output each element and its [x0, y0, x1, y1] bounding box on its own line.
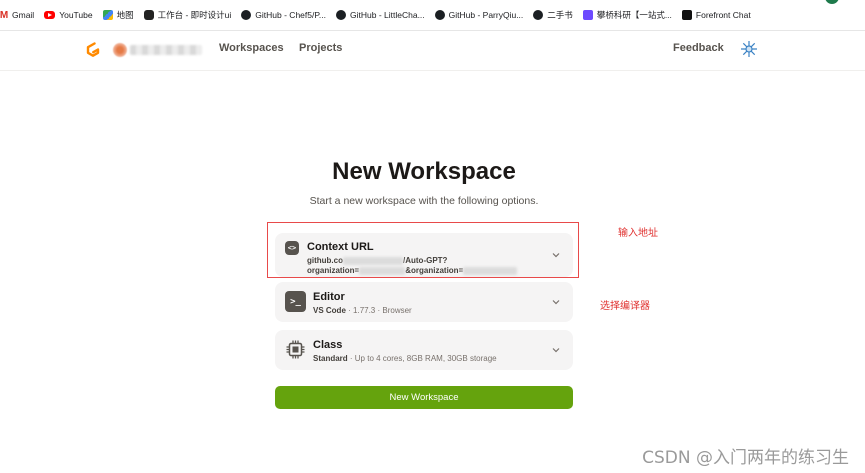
bookmark-maps[interactable]: 地图: [102, 9, 134, 21]
annotation-url: 输入地址: [618, 228, 658, 239]
feedback-link[interactable]: Feedback: [673, 42, 724, 54]
cpu-icon: [286, 340, 305, 359]
editor-detail: VS Code · 1.77.3 · Browser: [313, 306, 412, 315]
bookmark-github-chef5[interactable]: GitHub - Chef5/P...: [241, 10, 326, 20]
github-icon: [241, 10, 252, 20]
gk-icon: [582, 10, 593, 20]
bookmark-github-littlecha[interactable]: GitHub - LittleCha...: [336, 10, 425, 20]
youtube-icon: [44, 11, 56, 19]
github-icon: [533, 10, 544, 20]
page-subtitle: Start a new workspace with the following…: [309, 195, 539, 207]
annotation-highlight-box: [267, 222, 579, 278]
nav-projects[interactable]: Projects: [299, 42, 342, 54]
app-header: Workspaces Projects Feedback: [0, 31, 865, 71]
workbench-icon: [143, 10, 154, 20]
forefront-icon: [681, 10, 692, 20]
new-workspace-button[interactable]: New Workspace: [275, 386, 573, 409]
maps-icon: [102, 10, 113, 20]
bookmark-secondhand-books[interactable]: 二手书: [533, 9, 573, 21]
gitpod-logo-icon[interactable]: [85, 42, 101, 58]
bookmark-forefront[interactable]: Forefront Chat: [681, 10, 751, 20]
editor-label: Editor: [313, 291, 345, 303]
watermark: CSDN @入门两年的练习生: [642, 448, 849, 468]
bookmark-research[interactable]: 攀桥科研【一站式...: [582, 9, 672, 21]
github-icon: [434, 10, 445, 20]
page-title: New Workspace: [332, 158, 516, 185]
class-option[interactable]: Class Standard · Up to 4 cores, 8GB RAM,…: [275, 330, 573, 370]
gmail-icon: M: [0, 9, 9, 21]
nav-workspaces[interactable]: Workspaces: [219, 42, 284, 54]
class-detail: Standard · Up to 4 cores, 8GB RAM, 30GB …: [313, 354, 497, 363]
user-menu-icon[interactable]: [740, 40, 758, 58]
bookmark-workbench[interactable]: 工作台 - 即时设计ui: [143, 9, 231, 21]
terminal-icon: >_: [285, 291, 306, 312]
bookmark-gmail[interactable]: M Gmail: [0, 9, 34, 21]
avatar[interactable]: [113, 43, 127, 57]
class-label: Class: [313, 339, 343, 351]
bookmark-youtube[interactable]: YouTube: [44, 10, 93, 20]
chevron-down-icon[interactable]: [551, 345, 561, 355]
bookmark-github-parryqiu[interactable]: GitHub - ParryQiu...: [434, 10, 523, 20]
user-name-redacted[interactable]: [130, 45, 202, 55]
editor-option[interactable]: >_ Editor VS Code · 1.77.3 · Browser: [275, 282, 573, 322]
bookmarks-bar: M Gmail YouTube 地图 工作台 - 即时设计ui GitHub - …: [0, 0, 865, 31]
chevron-down-icon[interactable]: [551, 297, 561, 307]
github-icon: [336, 10, 347, 20]
annotation-editor: 选择编译器: [600, 301, 650, 312]
